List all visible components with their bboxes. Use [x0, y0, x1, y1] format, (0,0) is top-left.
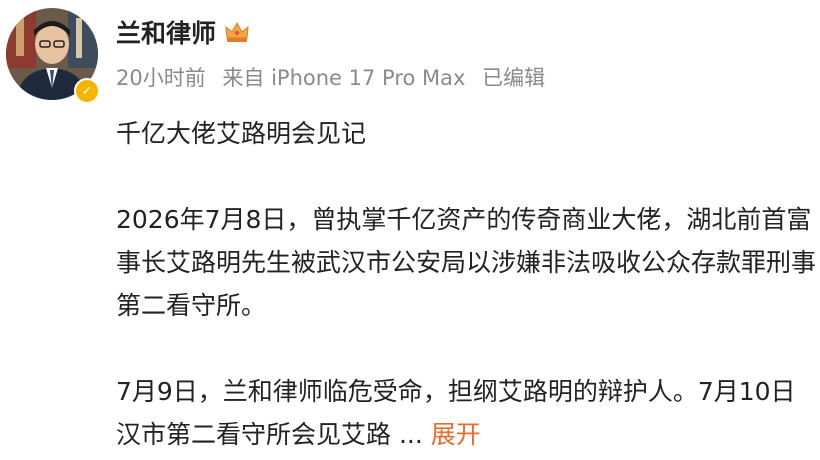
- author-name[interactable]: 兰和律师: [116, 14, 216, 50]
- post-content: 千亿大佬艾路明会见记 2026年7月8日，曾执掌千亿资产的传奇商业大佬，湖北前首…: [116, 112, 820, 456]
- content-line: 2026年7月8日，曾执掌千亿资产的传奇商业大佬，湖北前首富: [116, 205, 812, 234]
- content-line: 事长艾路明先生被武汉市公安局以涉嫌非法吸收公众存款罪刑事: [116, 248, 817, 277]
- expand-link[interactable]: 展开: [431, 420, 481, 449]
- content-line-text: 汉市第二看守所会见艾路: [116, 420, 392, 449]
- post-time: 20小时前: [116, 66, 206, 90]
- content-line: 7月9日，兰和律师临危受命，担纲艾路明的辩护人。7月10日: [116, 377, 796, 406]
- verified-badge-icon: ✓: [74, 78, 100, 104]
- post-author[interactable]: 兰和律师: [116, 14, 250, 50]
- content-line: 第二看守所。: [116, 291, 267, 320]
- ellipsis: ...: [398, 420, 423, 449]
- crown-icon: [224, 20, 250, 44]
- post-meta: 20小时前 来自 iPhone 17 Pro Max 已编辑: [116, 62, 555, 92]
- post-source: 来自 iPhone 17 Pro Max: [222, 66, 466, 90]
- content-line-last: 汉市第二看守所会见艾路 ... 展开: [116, 413, 820, 456]
- edited-label[interactable]: 已编辑: [482, 66, 545, 90]
- post-title-line: 千亿大佬艾路明会见记: [116, 119, 367, 148]
